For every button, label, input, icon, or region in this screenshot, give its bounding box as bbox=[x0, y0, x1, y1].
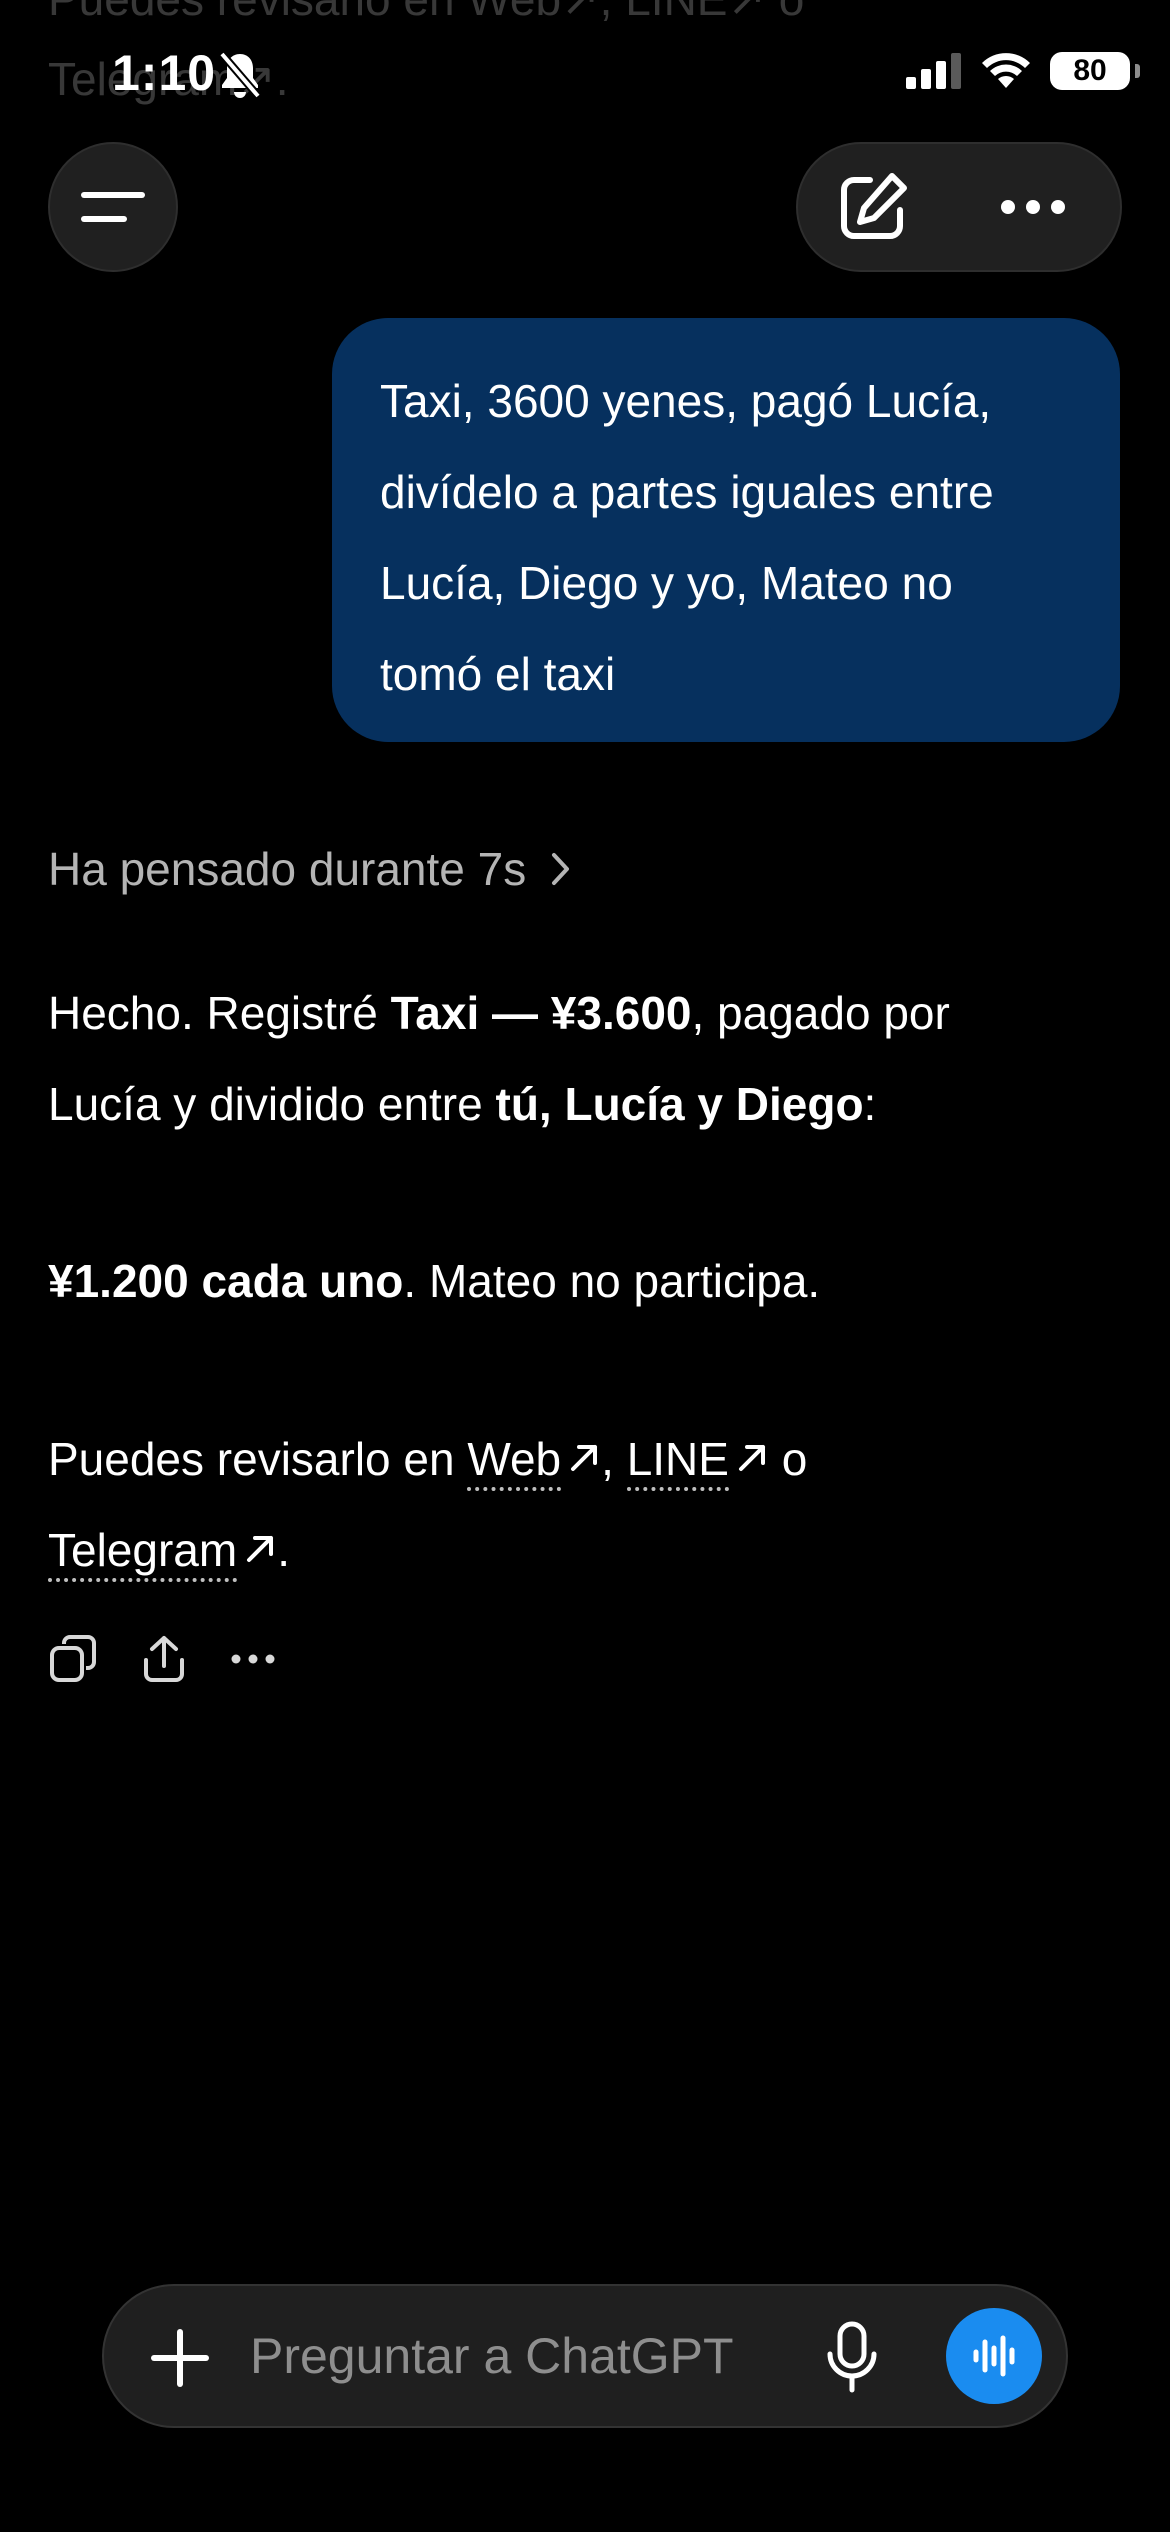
add-attachment-button[interactable] bbox=[144, 2322, 216, 2399]
link-telegram-label: Telegram bbox=[48, 1524, 238, 1576]
more-actions-button[interactable] bbox=[230, 1652, 276, 1671]
external-link-icon bbox=[571, 1444, 598, 1471]
message-input-placeholder: Preguntar a ChatGPT bbox=[250, 2328, 734, 2384]
answer-text: : bbox=[863, 1078, 877, 1130]
answer-text: , bbox=[601, 1433, 627, 1485]
link-web[interactable]: Web bbox=[467, 1433, 562, 1491]
more-icon bbox=[1001, 200, 1065, 214]
menu-button[interactable] bbox=[48, 142, 178, 272]
status-time: 1:10 bbox=[112, 45, 217, 101]
answer-text: . bbox=[277, 1524, 290, 1576]
chevron-right-icon bbox=[552, 853, 570, 885]
silent-bell-icon bbox=[218, 50, 262, 105]
assistant-paragraph-2: ¥1.200 cada uno. Mateo no participa. bbox=[48, 1236, 1128, 1327]
more-options-button[interactable] bbox=[958, 144, 1108, 270]
header-actions bbox=[796, 142, 1122, 272]
status-indicators: 80 bbox=[906, 52, 1140, 90]
battery-level: 80 bbox=[1073, 54, 1107, 87]
assistant-paragraph-1: Hecho. Registré Taxi — ¥3.600, pagado po… bbox=[48, 968, 1128, 1150]
external-link-icon bbox=[738, 1444, 765, 1471]
menu-icon bbox=[81, 192, 145, 222]
message-actions bbox=[48, 1634, 276, 1689]
user-message-bubble: Taxi, 3600 yenes, pagó Lucía, divídelo a… bbox=[332, 318, 1120, 742]
message-input[interactable]: Preguntar a ChatGPT bbox=[250, 2286, 734, 2426]
new-chat-button[interactable] bbox=[798, 144, 948, 270]
thinking-toggle[interactable]: Ha pensado durante 7s bbox=[48, 842, 572, 896]
voice-mode-button[interactable] bbox=[946, 2308, 1042, 2404]
more-icon bbox=[231, 1654, 275, 1664]
link-line[interactable]: LINE bbox=[626, 1433, 729, 1491]
external-link-icon bbox=[247, 1535, 274, 1562]
user-message-line: divídelo a partes iguales entre bbox=[380, 466, 994, 518]
share-icon bbox=[144, 1636, 184, 1682]
wifi-icon bbox=[982, 53, 1030, 88]
answer-text: . Mateo no participa. bbox=[403, 1255, 821, 1307]
edit-icon bbox=[841, 173, 907, 239]
copy-icon bbox=[50, 1635, 96, 1682]
composer-bar: Preguntar a ChatGPT bbox=[102, 2284, 1068, 2428]
link-web-label: Web bbox=[467, 1433, 562, 1485]
battery-indicator: 80 bbox=[1050, 52, 1140, 90]
thinking-label: Ha pensado durante 7s bbox=[48, 843, 527, 895]
dictation-button[interactable] bbox=[822, 2320, 882, 2401]
answer-text: o bbox=[768, 1433, 808, 1485]
voice-wave-icon bbox=[973, 2335, 1015, 2377]
share-button[interactable] bbox=[140, 1634, 188, 1689]
user-message-line: tomó el taxi bbox=[380, 648, 616, 700]
link-telegram[interactable]: Telegram bbox=[48, 1524, 238, 1582]
answer-bold-share: ¥1.200 cada uno bbox=[48, 1255, 404, 1307]
previous-message-ghost-line-1: Puedes revisarlo en Web↗, LINE↗ o bbox=[48, 0, 804, 26]
assistant-paragraph-3: Puedes revisarlo en Web, LINE o Telegram… bbox=[48, 1414, 1128, 1596]
plus-icon bbox=[151, 2329, 209, 2387]
answer-bold-expense: Taxi — ¥3.600 bbox=[390, 987, 692, 1039]
copy-button[interactable] bbox=[48, 1634, 98, 1689]
user-message-line: Taxi, 3600 yenes, pagó Lucía, bbox=[380, 375, 992, 427]
answer-text: Lucía y dividido entre bbox=[48, 1078, 496, 1130]
answer-text: , pagado por bbox=[691, 987, 950, 1039]
signal-icon bbox=[906, 53, 961, 89]
answer-text: Puedes revisarlo en bbox=[48, 1433, 468, 1485]
user-message-line: Lucía, Diego y yo, Mateo no bbox=[380, 557, 953, 609]
answer-bold-participants: tú, Lucía y Diego bbox=[495, 1078, 864, 1130]
answer-text: Hecho. Registré bbox=[48, 987, 391, 1039]
link-line-label: LINE bbox=[626, 1433, 729, 1485]
mic-icon bbox=[827, 2321, 877, 2393]
